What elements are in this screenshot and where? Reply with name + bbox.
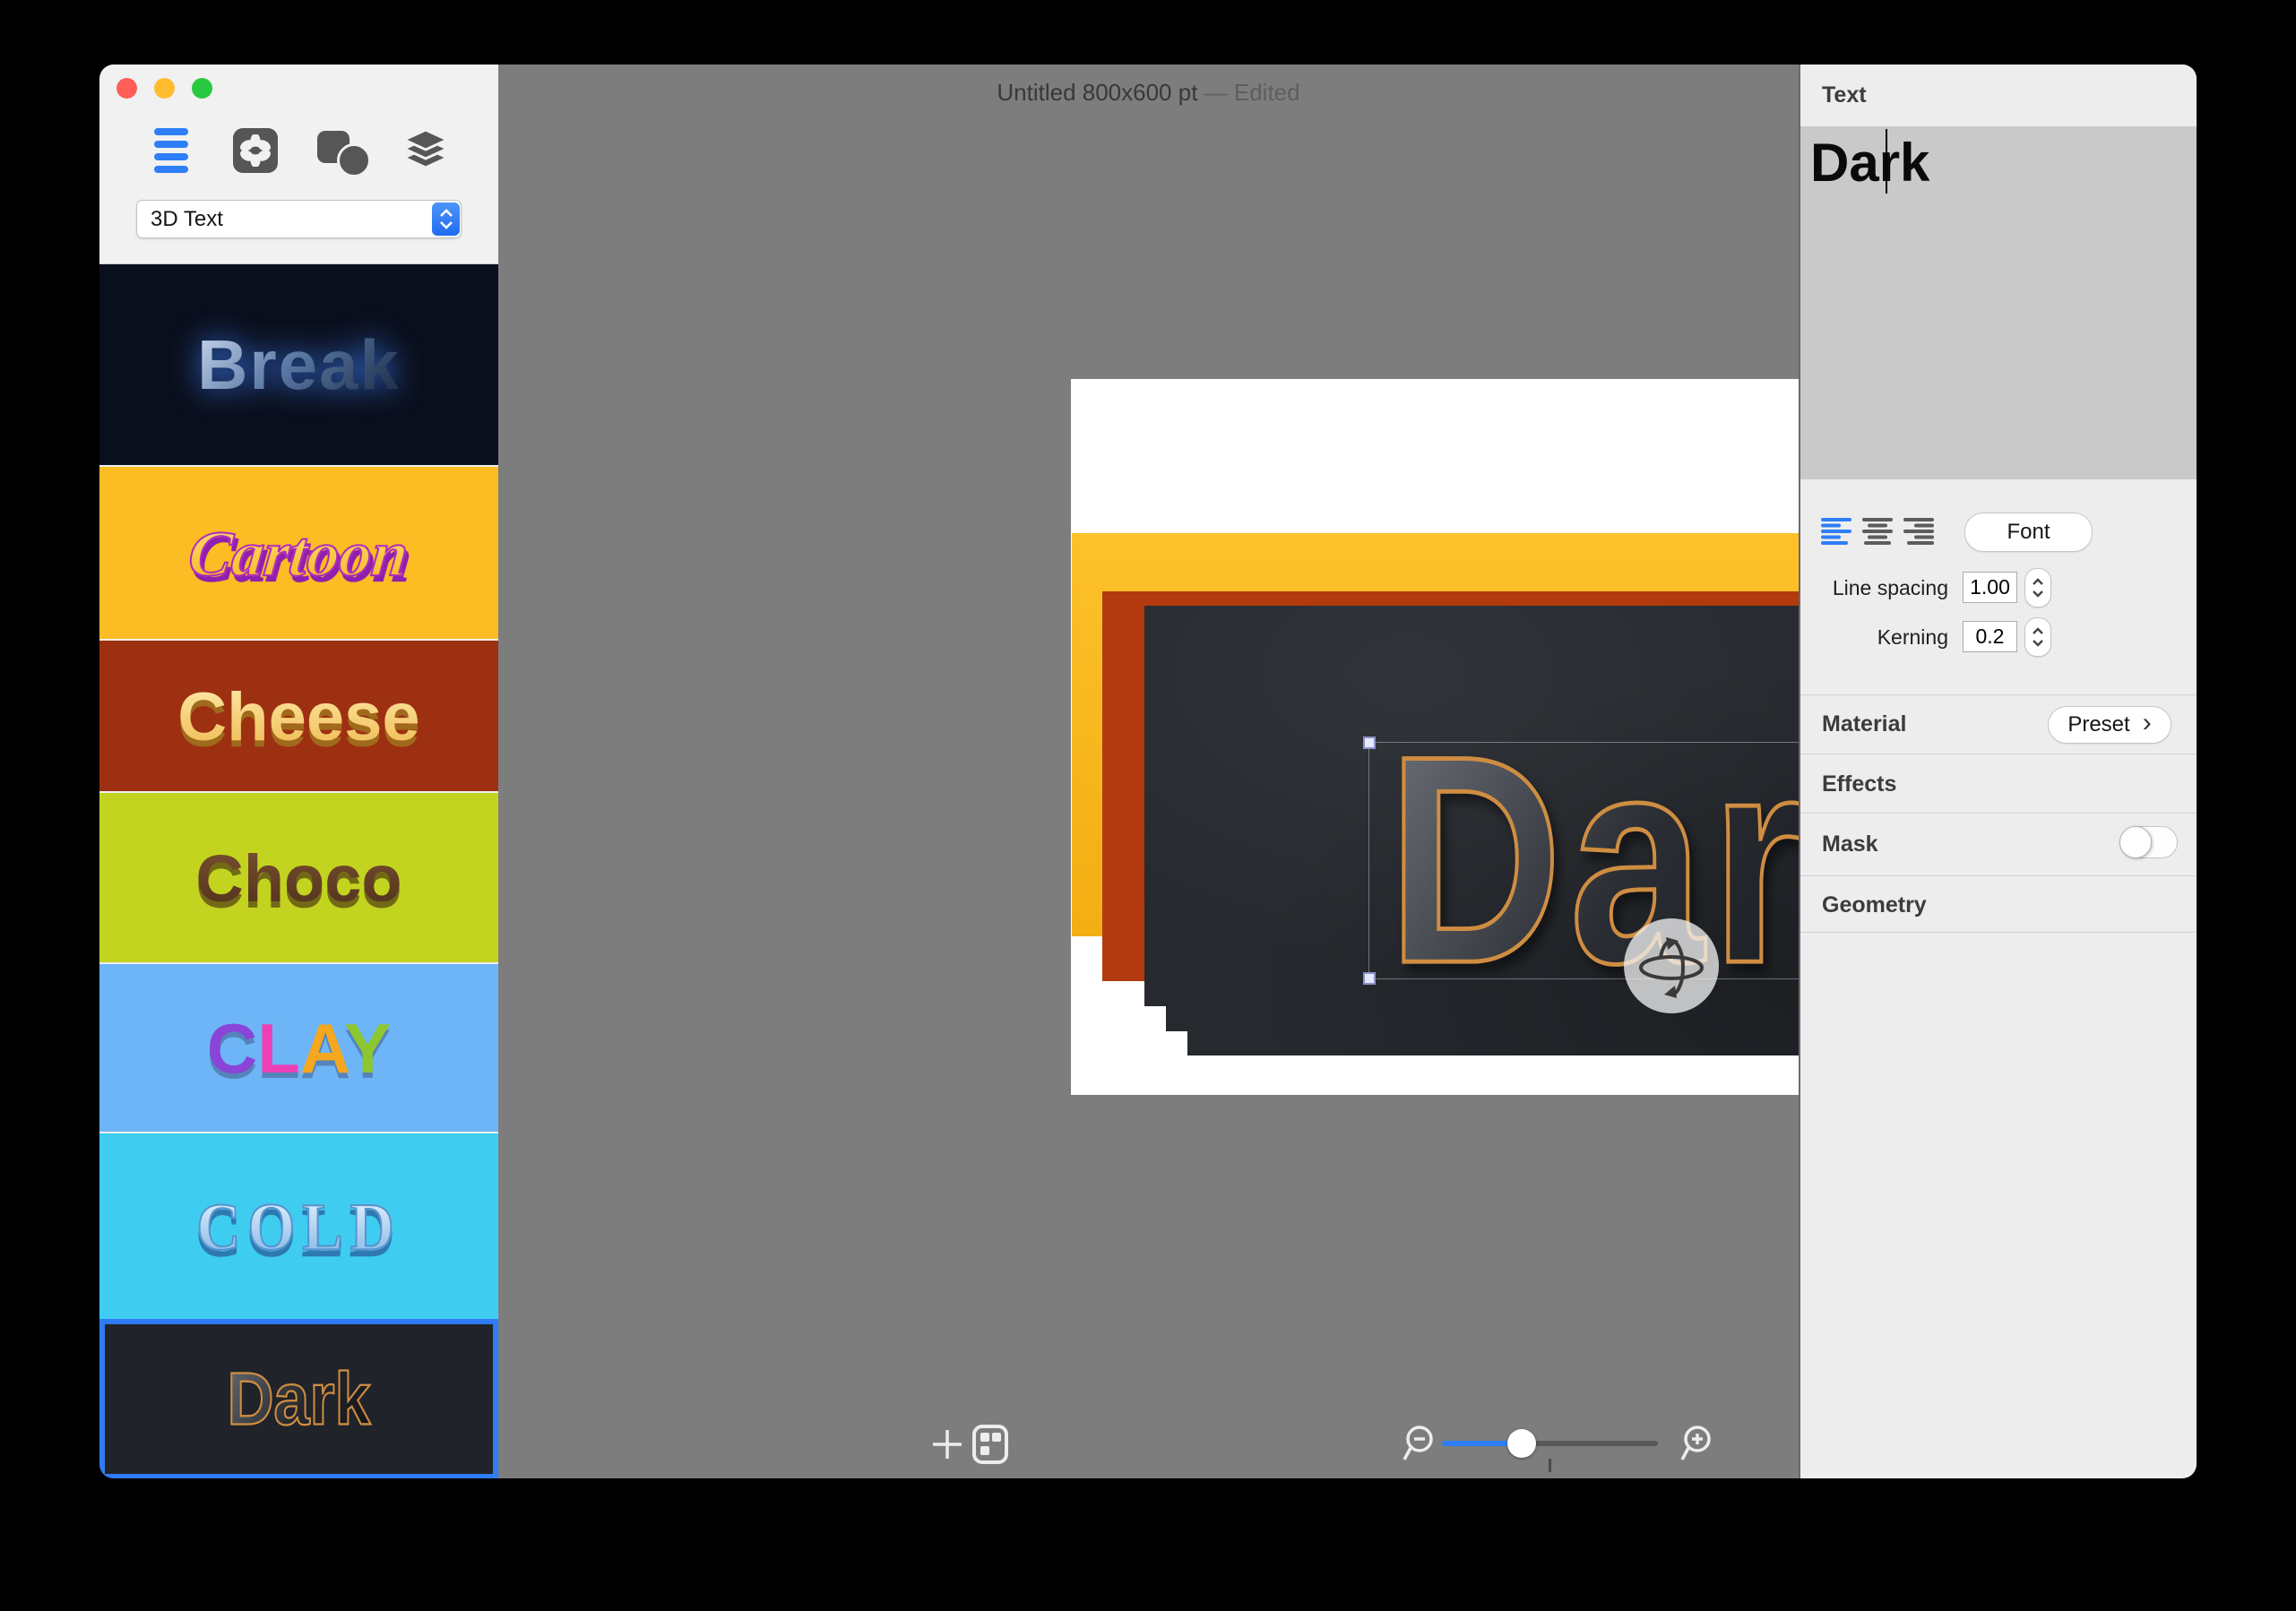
inspector-panel: Text Dark Font Line spac	[1799, 65, 2197, 1478]
line-spacing-label: Line spacing	[1805, 576, 1948, 600]
flower-gear-icon	[239, 134, 272, 167]
sidebar-item-cartoon[interactable]: Cartoon	[99, 465, 498, 641]
layer-step-cutout	[1166, 1031, 1187, 1055]
effects-section-header[interactable]: Effects	[1822, 771, 1896, 797]
select-stepper-icon	[432, 202, 460, 236]
material-section-header[interactable]: Material	[1822, 711, 1906, 737]
zoom-slider-thumb[interactable]	[1507, 1429, 1536, 1458]
document-title: Untitled 800x600 pt — Edited	[498, 79, 1799, 107]
mask-toggle[interactable]	[2119, 826, 2178, 858]
styles-tab[interactable]	[233, 128, 278, 173]
selection-handle-bottom-left[interactable]	[1363, 972, 1376, 985]
layers-icon	[401, 128, 450, 173]
sidebar-item-cheese[interactable]: Cheese	[99, 639, 498, 793]
shapes-tab[interactable]	[317, 128, 366, 173]
kerning-field[interactable]: 0.2	[1963, 621, 2017, 652]
chevron-right-icon: ›	[2143, 708, 2152, 738]
zoom-in-button[interactable]	[1679, 1425, 1717, 1470]
stepper-up-icon	[2032, 578, 2044, 586]
template-preview-label: Choco	[195, 840, 401, 917]
divider	[1800, 694, 2197, 695]
template-category-select[interactable]: 3D Text	[136, 200, 462, 238]
stepper-down-icon	[2032, 639, 2044, 647]
layer-step-cutout	[1144, 1006, 1166, 1055]
templates-grid-button[interactable]	[972, 1425, 1008, 1469]
document-edited-flag: — Edited	[1204, 79, 1300, 106]
templates-list-tab[interactable]	[154, 128, 188, 173]
text-content-editor[interactable]: Dark	[1800, 126, 2197, 479]
app-window: Untitled 800x600 pt — Edited Dark	[99, 65, 2197, 1478]
sidebar-item-cold[interactable]: COLD	[99, 1132, 498, 1321]
add-layer-button[interactable]	[930, 1427, 964, 1466]
divider	[1800, 813, 2197, 814]
template-preview-label: Cheese	[177, 678, 419, 756]
stepper-down-icon	[2032, 590, 2044, 598]
sidebar: 3D Text Break Cartoon Cheese Choco CLAY COLD D…	[99, 65, 498, 1478]
kerning-stepper[interactable]	[2024, 617, 2051, 657]
material-preset-button[interactable]: Preset ›	[2048, 706, 2171, 744]
mask-toggle-knob	[2119, 826, 2152, 858]
line-spacing-stepper[interactable]	[2024, 568, 2051, 607]
window-close-button[interactable]	[117, 78, 137, 99]
align-center-button[interactable]	[1862, 518, 1893, 545]
align-left-button[interactable]	[1821, 518, 1851, 545]
stepper-up-icon	[2032, 627, 2044, 635]
template-preview-label: Cartoon	[186, 517, 412, 591]
kerning-label: Kerning	[1805, 625, 1948, 650]
line-spacing-field[interactable]: 1.00	[1963, 572, 2017, 603]
canvas-workspace[interactable]: Untitled 800x600 pt — Edited Dark	[498, 65, 1799, 1478]
zoom-slider[interactable]	[1442, 1441, 1658, 1446]
sidebar-item-clay[interactable]: CLAY	[99, 962, 498, 1133]
template-preview-label: COLD	[196, 1188, 401, 1266]
template-list: Break Cartoon Cheese Choco CLAY COLD Dark	[99, 263, 498, 1478]
zoom-out-button[interactable]	[1402, 1425, 1439, 1470]
zoom-slider-fill	[1442, 1441, 1511, 1446]
window-zoom-button[interactable]	[192, 78, 212, 99]
template-preview-label: Dark	[227, 1357, 370, 1441]
divider	[1800, 875, 2197, 876]
template-preview-label: Break	[197, 324, 401, 406]
mask-section-header[interactable]: Mask	[1822, 831, 1878, 857]
template-category-value: 3D Text	[137, 207, 432, 232]
divider	[1800, 932, 2197, 933]
zoom-center-tick	[1549, 1459, 1551, 1472]
sidebar-item-choco[interactable]: Choco	[99, 791, 498, 964]
selection-handle-top-left[interactable]	[1363, 737, 1376, 749]
window-minimize-button[interactable]	[154, 78, 175, 99]
text-cursor	[1886, 129, 1887, 194]
templates-list-icon	[154, 128, 188, 135]
rotate-3d-icon	[1634, 928, 1709, 1004]
layers-tab[interactable]	[401, 128, 450, 173]
sidebar-item-dark[interactable]: Dark	[99, 1319, 498, 1478]
sidebar-item-break[interactable]: Break	[99, 264, 498, 465]
align-right-button[interactable]	[1903, 518, 1934, 545]
template-preview-label: CLAY	[207, 1008, 391, 1090]
rotate-3d-gizmo[interactable]	[1624, 918, 1719, 1013]
font-button[interactable]: Font	[1964, 513, 2093, 552]
inspector-title: Text	[1800, 82, 1867, 108]
inspector-header: Text	[1800, 65, 2197, 127]
text-editor-value: Dark	[1810, 132, 1929, 194]
geometry-section-header[interactable]: Geometry	[1822, 892, 1927, 918]
